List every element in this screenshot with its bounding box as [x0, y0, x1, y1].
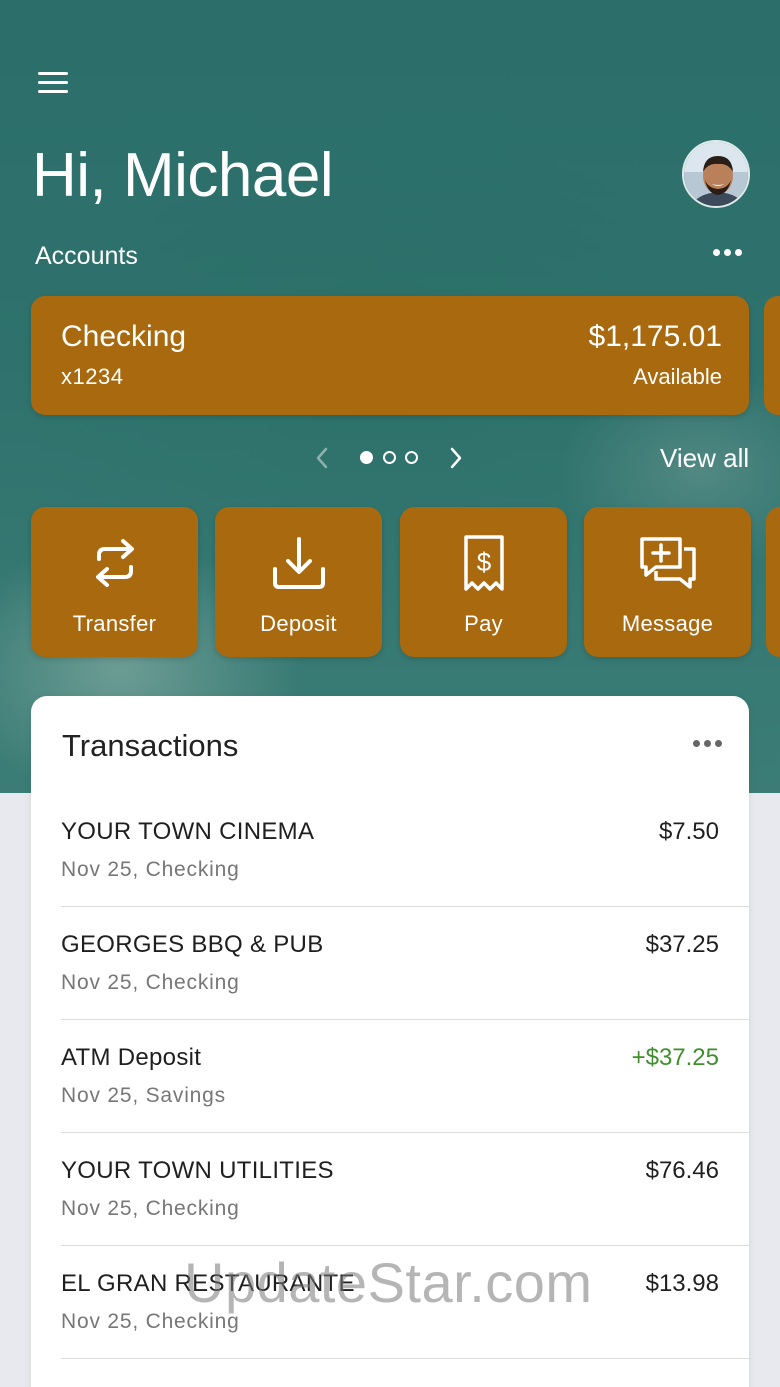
- transactions-card: Transactions YOUR TOWN CINEMA Nov 25, Ch…: [31, 696, 749, 1387]
- view-all-link[interactable]: View all: [660, 443, 749, 474]
- carousel-dot-2[interactable]: [383, 451, 396, 464]
- deposit-button[interactable]: Deposit: [215, 507, 382, 657]
- transaction-merchant: GEORGES BBQ & PUB: [61, 931, 324, 958]
- transaction-merchant: ATM Deposit: [61, 1044, 202, 1071]
- transaction-row[interactable]: YOUR TOWN CINEMA Nov 25, Checking $7.50: [31, 794, 749, 907]
- chevron-right-icon[interactable]: [446, 446, 466, 470]
- next-action-tile-peek[interactable]: [766, 507, 780, 657]
- transaction-amount: $37.25: [645, 931, 719, 958]
- chevron-left-icon[interactable]: [312, 446, 332, 470]
- account-number: x1234: [61, 364, 124, 389]
- accounts-more-icon[interactable]: [713, 249, 747, 261]
- transfer-button[interactable]: Transfer: [31, 507, 198, 657]
- transaction-amount: $13.98: [645, 1270, 719, 1297]
- transaction-row[interactable]: ATM Deposit Nov 25, Savings +$37.25: [31, 1020, 749, 1133]
- svg-text:$: $: [476, 547, 491, 577]
- transfer-label: Transfer: [72, 611, 157, 636]
- account-name: Checking: [61, 320, 187, 353]
- deposit-download-icon: [272, 537, 325, 589]
- transaction-meta: Nov 25, Savings: [61, 1084, 226, 1107]
- transaction-meta: Nov 25, Checking: [61, 1197, 240, 1220]
- accounts-label: Accounts: [35, 242, 138, 270]
- transactions-more-icon[interactable]: [693, 740, 727, 752]
- pay-button[interactable]: $ Pay: [400, 507, 567, 657]
- message-label: Message: [621, 611, 714, 636]
- transaction-amount: +$37.25: [631, 1044, 719, 1071]
- carousel-dot-3[interactable]: [405, 451, 418, 464]
- transaction-amount: $76.46: [645, 1157, 719, 1184]
- transaction-meta: Nov 25, Checking: [61, 1310, 240, 1333]
- next-account-card-peek[interactable]: [764, 296, 780, 415]
- row-divider: [61, 1358, 749, 1359]
- checking-account-card[interactable]: Checking x1234 $1,175.01 Available: [31, 296, 749, 415]
- menu-icon[interactable]: [38, 70, 68, 96]
- pay-bill-icon: $: [463, 535, 504, 591]
- transaction-amount: $7.50: [658, 818, 719, 845]
- transactions-title: Transactions: [62, 728, 239, 763]
- transaction-merchant: YOUR TOWN UTILITIES: [61, 1157, 334, 1184]
- account-balance: $1,175.01: [588, 320, 722, 353]
- account-balance-label: Available: [633, 364, 722, 389]
- avatar[interactable]: [682, 140, 750, 208]
- message-button[interactable]: Message: [584, 507, 751, 657]
- transaction-meta: Nov 25, Checking: [61, 971, 240, 994]
- transaction-row[interactable]: EL GRAN RESTAURANTE Nov 25, Checking $13…: [31, 1246, 749, 1359]
- carousel-dot-1[interactable]: [360, 451, 373, 464]
- transaction-merchant: EL GRAN RESTAURANTE: [61, 1270, 355, 1297]
- pay-label: Pay: [464, 611, 503, 636]
- message-add-icon: [639, 537, 696, 589]
- transaction-row[interactable]: YOUR TOWN UTILITIES Nov 25, Checking $76…: [31, 1133, 749, 1246]
- deposit-label: Deposit: [260, 611, 337, 636]
- transaction-row[interactable]: GEORGES BBQ & PUB Nov 25, Checking $37.2…: [31, 907, 749, 1020]
- transfer-arrows-icon: [95, 539, 134, 587]
- greeting-title: Hi, Michael: [32, 141, 334, 210]
- transaction-merchant: YOUR TOWN CINEMA: [61, 818, 315, 845]
- transaction-meta: Nov 25, Checking: [61, 858, 240, 881]
